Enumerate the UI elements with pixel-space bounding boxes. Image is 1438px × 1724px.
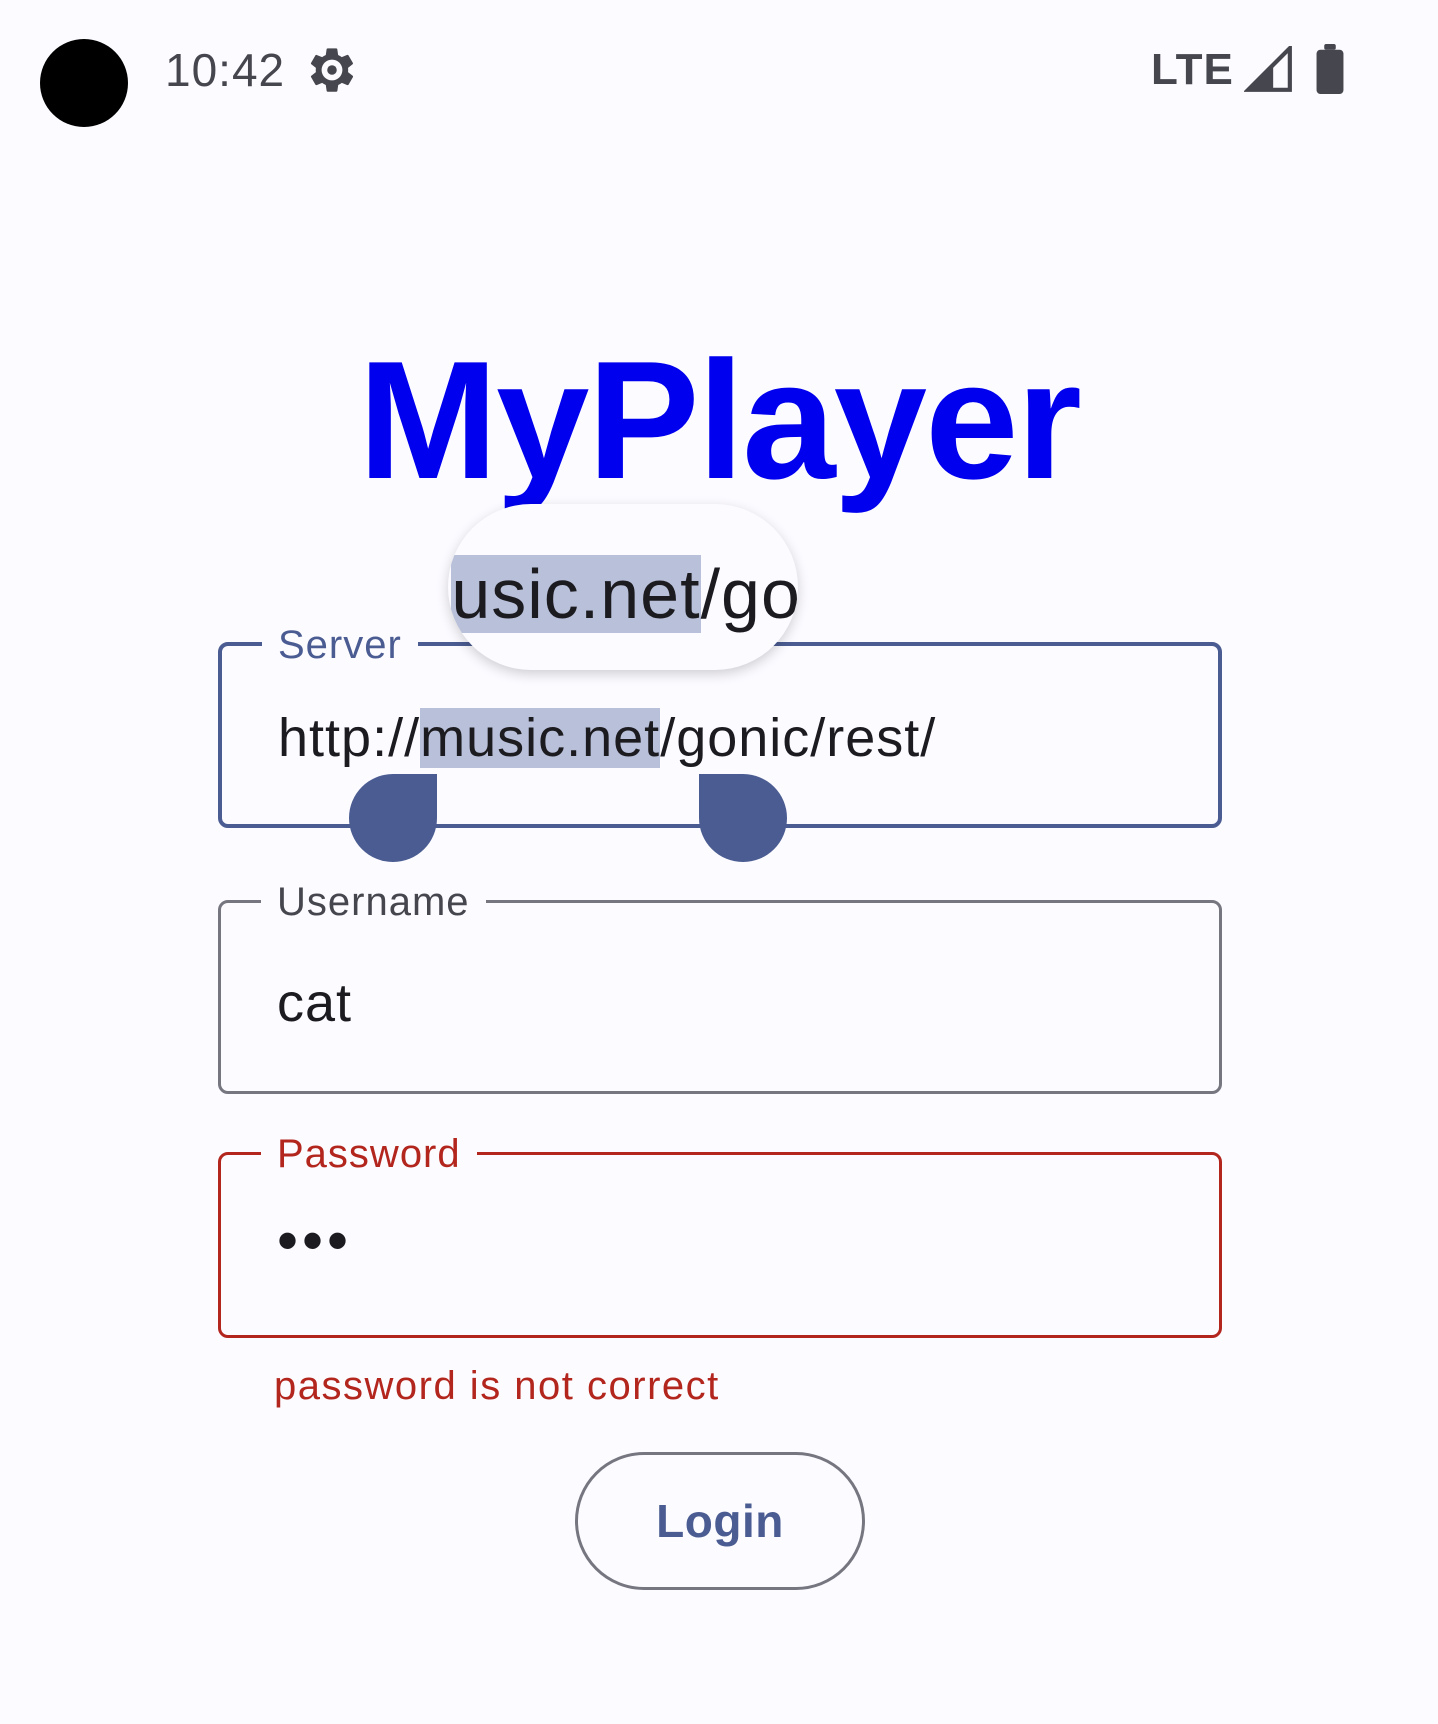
server-value[interactable]: http://music.net/gonic/rest/ [278,706,936,770]
selected-text[interactable]: music.net [420,708,661,768]
server-value-prefix: http:// [278,708,421,768]
status-clock: 10:42 [165,44,286,96]
username-value[interactable]: cat [277,971,352,1035]
camera-cutout [40,39,128,127]
selection-start-handle[interactable] [349,774,437,862]
username-input[interactable]: Username cat [218,878,1222,1094]
magnifier-text: music.net/go [448,552,798,636]
magnifier-selected-text: usic.net [451,555,701,633]
selection-end-handle[interactable] [699,774,787,862]
network-type: LTE [1151,45,1234,94]
password-label: Password [261,1130,477,1178]
magnifier-suffix: /go [700,555,798,633]
battery-icon [1316,44,1344,94]
server-value-suffix: /gonic/rest/ [660,708,937,768]
settings-gear-icon [310,48,354,92]
app-title: MyPlayer [358,326,1082,514]
username-label: Username [261,878,486,926]
login-button[interactable]: Login [575,1452,865,1590]
signal-icon [1244,46,1292,92]
server-label: Server [262,621,418,669]
password-error-text: password is not correct [274,1364,720,1408]
text-magnifier: music.net/go [448,504,798,670]
password-input[interactable]: Password ••• [218,1130,1222,1338]
password-value[interactable]: ••• [277,1209,352,1273]
